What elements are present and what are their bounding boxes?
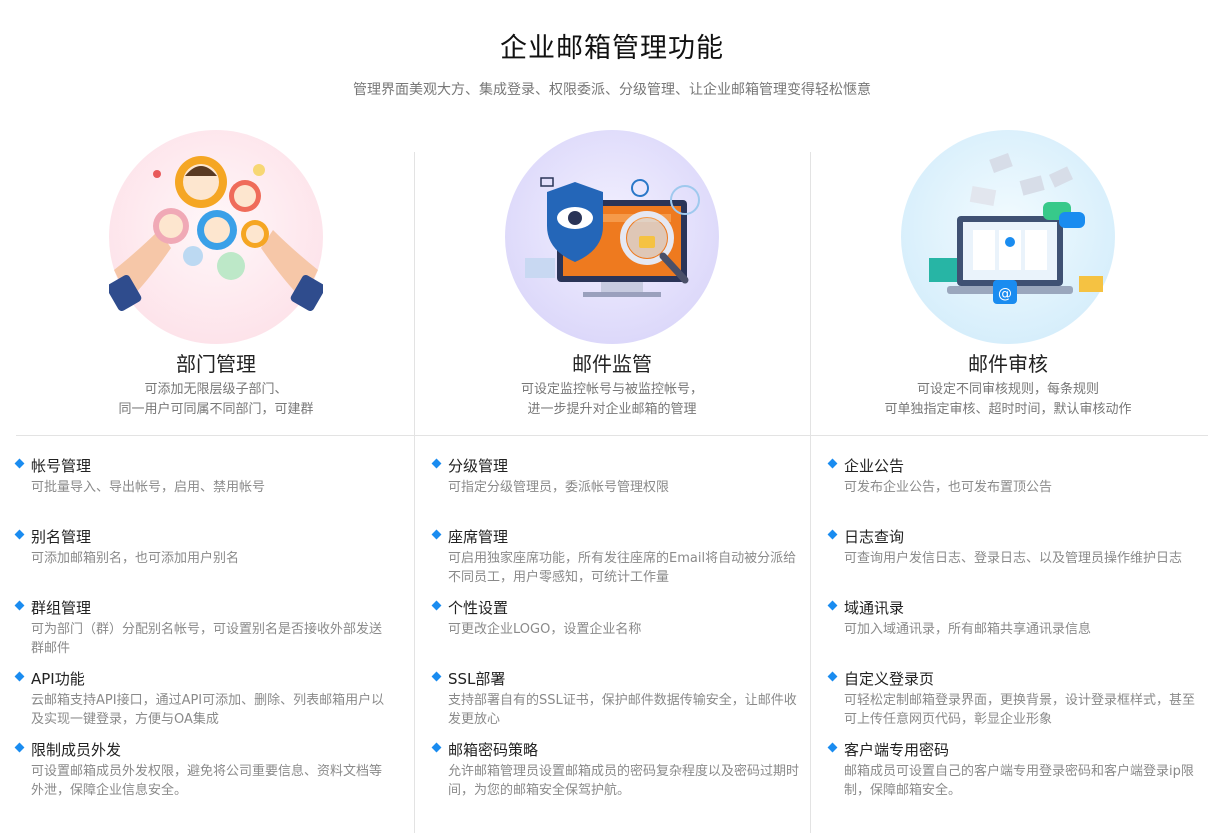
diamond-bullet-icon	[827, 671, 838, 682]
diamond-bullet-icon	[431, 600, 442, 611]
feature-desc-line: 可设定不同审核规则，每条规则	[916, 382, 1099, 397]
diamond-bullet-icon	[431, 458, 442, 469]
list-item: 个性设置可更改企业LOGO，设置企业名称	[431, 597, 803, 668]
list-item-desc: 可更改企业LOGO，设置企业名称	[448, 622, 642, 637]
feature-desc-line: 可设定监控帐号与被监控帐号，	[520, 382, 703, 397]
list-item-desc: 支持部署自有的SSL证书，保护邮件数据传输安全，让邮件收发更放心	[448, 693, 797, 727]
list-item: 帐号管理可批量导入、导出帐号，启用、禁用帐号	[14, 455, 386, 526]
list-item-title: 自定义登录页	[844, 670, 935, 688]
feature-desc-line: 可添加无限层级子部门、	[144, 382, 288, 397]
list-item: API功能云邮箱支持API接口，通过API可添加、删除、列表邮箱用户以及实现一键…	[14, 668, 386, 739]
list-item-title: 别名管理	[31, 528, 92, 546]
list-item: 分级管理可指定分级管理员，委派帐号管理权限	[431, 455, 803, 526]
people-gears-icon	[109, 130, 323, 344]
list-item-desc: 允许邮箱管理员设置邮箱成员的密码复杂程度以及密码过期时间，为您的邮箱安全保驾护航…	[448, 764, 800, 798]
list-item: SSL部署支持部署自有的SSL证书，保护邮件数据传输安全，让邮件收发更放心	[431, 668, 803, 739]
list-item-title: 个性设置	[448, 599, 509, 617]
diamond-bullet-icon	[431, 671, 442, 682]
list-item: 座席管理可启用独家座席功能，所有发往座席的Email将自动被分派给不同员工，用户…	[431, 526, 803, 597]
list-item-desc: 云邮箱支持API接口，通过API可添加、删除、列表邮箱用户以及实现一键登录，方便…	[31, 693, 385, 727]
list-item-title: 群组管理	[31, 599, 92, 617]
feature-title: 邮件监管	[572, 352, 652, 376]
list-item-title: 域通讯录	[844, 599, 905, 617]
feature-desc-line: 进一步提升对企业邮箱的管理	[527, 402, 697, 417]
page-subtitle: 管理界面美观大方、集成登录、权限委派、分级管理、让企业邮箱管理变得轻松惬意	[353, 82, 871, 98]
feature-title: 部门管理	[176, 352, 256, 376]
list-item-title: 客户端专用密码	[844, 741, 950, 759]
list-item-title: 日志查询	[844, 528, 905, 546]
list-item-desc: 可发布企业公告，也可发布置顶公告	[844, 480, 1053, 495]
list-item: 域通讯录可加入域通讯录，所有邮箱共享通讯录信息	[827, 597, 1199, 668]
diamond-bullet-icon	[827, 600, 838, 611]
list-item: 日志查询可查询用户发信日志、登录日志、以及管理员操作维护日志	[827, 526, 1199, 597]
list-item: 群组管理可为部门（群）分配别名帐号，可设置别名是否接收外部发送群邮件	[14, 597, 386, 668]
list-item-desc: 可加入域通讯录，所有邮箱共享通讯录信息	[844, 622, 1092, 637]
list-item-title: 分级管理	[448, 457, 509, 475]
list-item-desc: 可添加邮箱别名，也可添加用户别名	[31, 551, 240, 566]
diamond-bullet-icon	[14, 742, 25, 753]
list-item-title: 座席管理	[448, 528, 509, 546]
list-item-title: SSL部署	[448, 670, 506, 688]
list-item-title: 企业公告	[844, 457, 905, 475]
diamond-bullet-icon	[827, 458, 838, 469]
feature-list-column: 分级管理可指定分级管理员，委派帐号管理权限 座席管理可启用独家座席功能，所有发往…	[431, 455, 803, 810]
feature-list-column: 企业公告可发布企业公告，也可发布置顶公告 日志查询可查询用户发信日志、登录日志、…	[827, 455, 1199, 810]
feature-desc: 可设定不同审核规则，每条规则 可单独指定审核、超时时间，默认审核动作	[808, 380, 1208, 420]
list-item: 客户端专用密码邮箱成员可设置自己的客户端专用登录密码和客户端登录ip限制，保障邮…	[827, 739, 1199, 810]
feature-audit: @ 邮件审核 可设定不同审核规则，每条规则 可单独指定审核、超时时间，默认审核动…	[808, 130, 1208, 420]
diamond-bullet-icon	[827, 529, 838, 540]
diamond-bullet-icon	[14, 600, 25, 611]
svg-text:@: @	[998, 286, 1012, 302]
list-item-desc: 可为部门（群）分配别名帐号，可设置别名是否接收外部发送群邮件	[31, 622, 383, 656]
feature-department: 部门管理 可添加无限层级子部门、 同一用户可同属不同部门，可建群	[16, 130, 416, 420]
diamond-bullet-icon	[431, 742, 442, 753]
list-item-title: 限制成员外发	[31, 741, 122, 759]
list-item: 企业公告可发布企业公告，也可发布置顶公告	[827, 455, 1199, 526]
list-item: 限制成员外发可设置邮箱成员外发权限，避免将公司重要信息、资料文档等外泄，保障企业…	[14, 739, 386, 810]
feature-title: 邮件审核	[968, 352, 1048, 376]
feature-desc: 可添加无限层级子部门、 同一用户可同属不同部门，可建群	[16, 380, 416, 420]
section-divider	[16, 435, 1208, 436]
list-item: 邮箱密码策略允许邮箱管理员设置邮箱成员的密码复杂程度以及密码过期时间，为您的邮箱…	[431, 739, 803, 810]
feature-monitoring: 邮件监管 可设定监控帐号与被监控帐号， 进一步提升对企业邮箱的管理	[412, 130, 812, 420]
list-item-desc: 可查询用户发信日志、登录日志、以及管理员操作维护日志	[844, 551, 1183, 566]
list-item-desc: 邮箱成员可设置自己的客户端专用登录密码和客户端登录ip限制，保障邮箱安全。	[844, 764, 1194, 798]
list-item-title: 帐号管理	[31, 457, 92, 475]
diamond-bullet-icon	[827, 742, 838, 753]
diamond-bullet-icon	[14, 458, 25, 469]
feature-desc: 可设定监控帐号与被监控帐号， 进一步提升对企业邮箱的管理	[412, 380, 812, 420]
diamond-bullet-icon	[14, 671, 25, 682]
feature-desc-line: 可单独指定审核、超时时间，默认审核动作	[884, 402, 1132, 417]
list-item-title: 邮箱密码策略	[448, 741, 539, 759]
diamond-bullet-icon	[431, 529, 442, 540]
page-title: 企业邮箱管理功能	[500, 33, 724, 64]
list-item-desc: 可轻松定制邮箱登录界面，更换背景，设计登录框样式，甚至可上传任意网页代码，彰显企…	[844, 693, 1196, 727]
page-header: 企业邮箱管理功能 管理界面美观大方、集成登录、权限委派、分级管理、让企业邮箱管理…	[0, 26, 1224, 99]
list-item: 别名管理可添加邮箱别名，也可添加用户别名	[14, 526, 386, 597]
feature-list-column: 帐号管理可批量导入、导出帐号，启用、禁用帐号 别名管理可添加邮箱别名，也可添加用…	[14, 455, 386, 810]
list-item-desc: 可启用独家座席功能，所有发往座席的Email将自动被分派给不同员工，用户零感知，…	[448, 551, 797, 585]
feature-desc-line: 同一用户可同属不同部门，可建群	[118, 402, 314, 417]
list-item-desc: 可批量导入、导出帐号，启用、禁用帐号	[31, 480, 266, 495]
list-item: 自定义登录页可轻松定制邮箱登录界面，更换背景，设计登录框样式，甚至可上传任意网页…	[827, 668, 1199, 739]
list-item-desc: 可指定分级管理员，委派帐号管理权限	[448, 480, 670, 495]
list-item-title: API功能	[31, 670, 85, 688]
laptop-mail-icon: @	[901, 130, 1115, 344]
diamond-bullet-icon	[14, 529, 25, 540]
monitor-shield-icon	[505, 130, 719, 344]
list-item-desc: 可设置邮箱成员外发权限，避免将公司重要信息、资料文档等外泄，保障企业信息安全。	[31, 764, 383, 798]
